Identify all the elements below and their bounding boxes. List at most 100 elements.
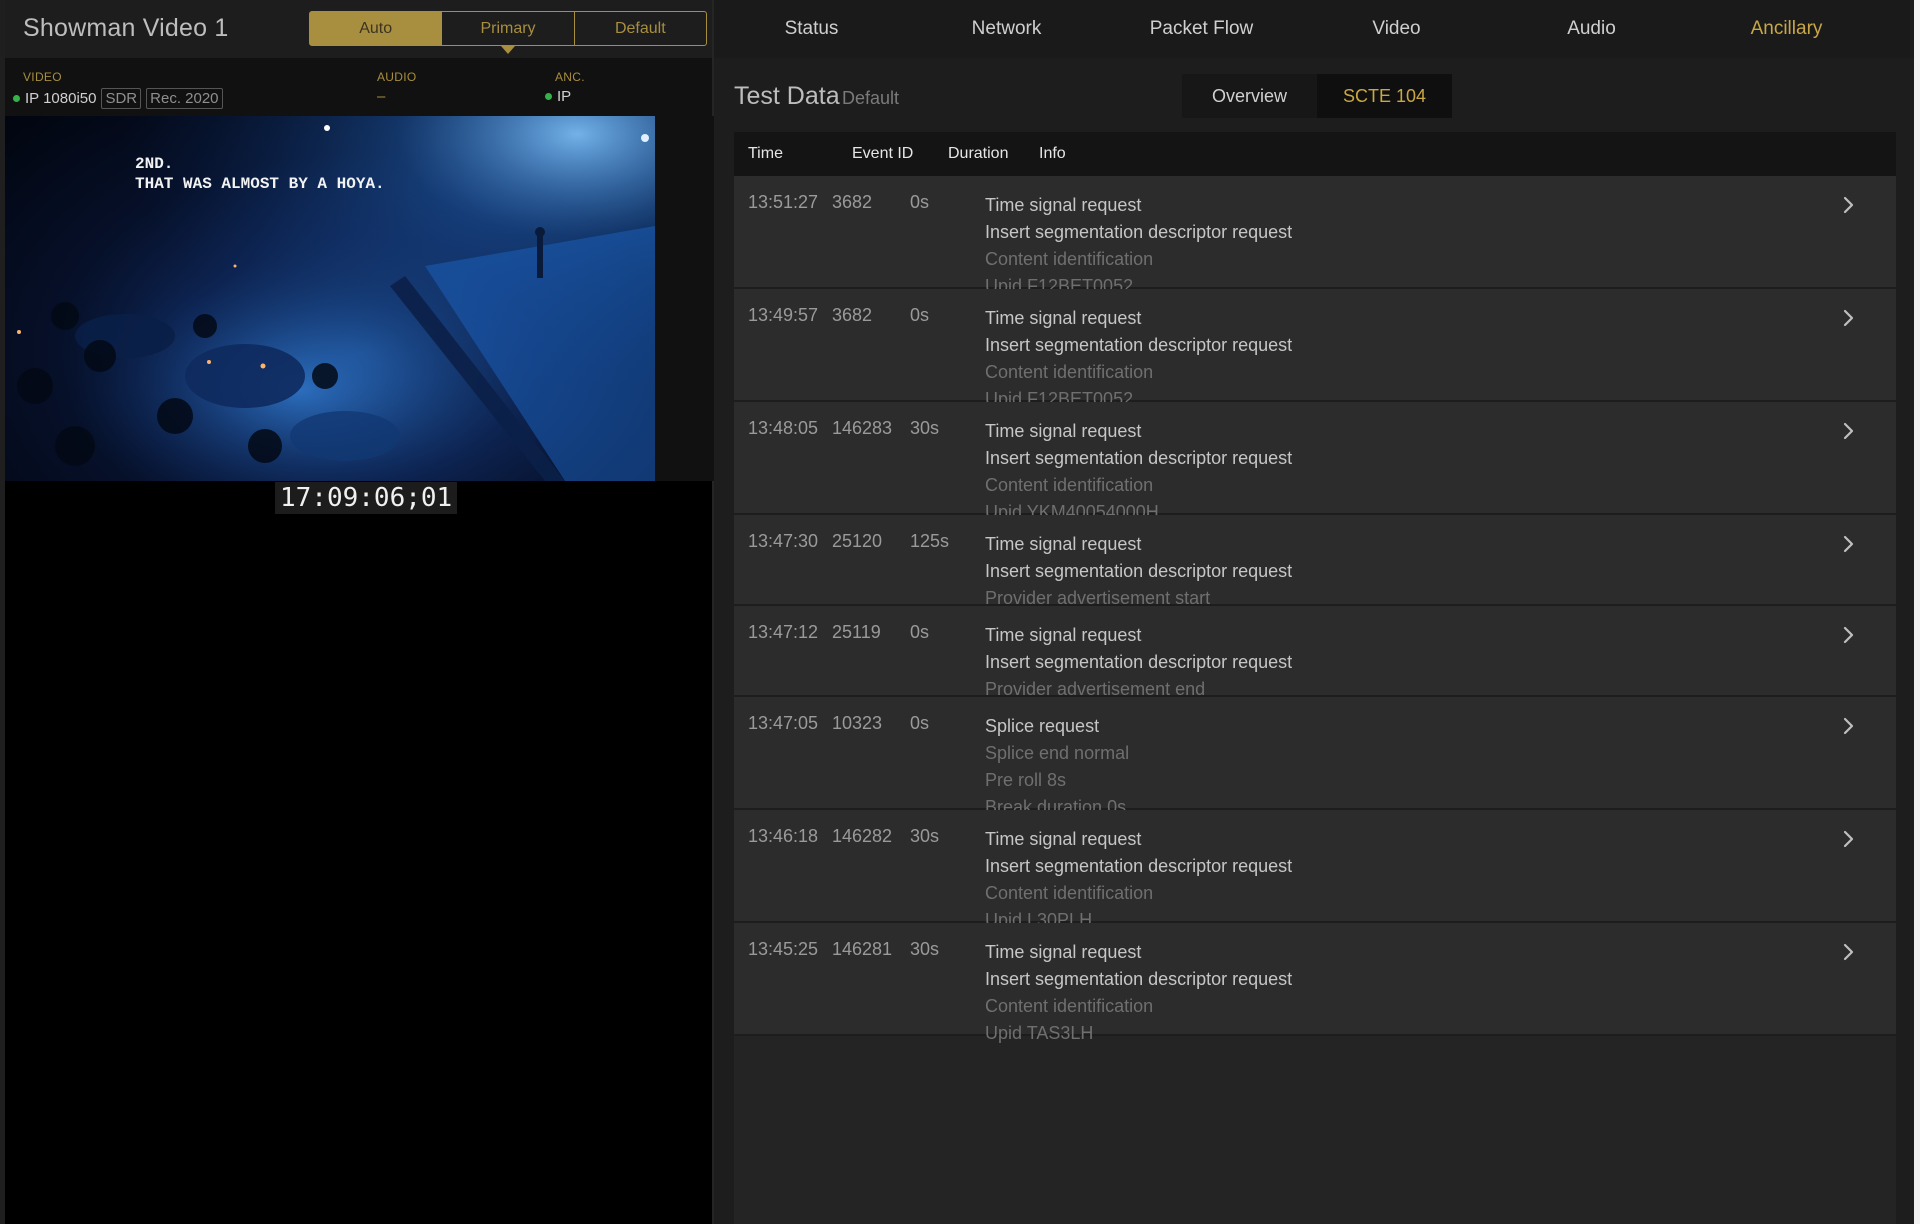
row-info-line: Time signal request — [985, 625, 1142, 645]
row-info-detail: Splice end normal — [985, 743, 1130, 763]
row-info: Time signal request Insert segmentation d… — [985, 939, 1292, 1047]
row-duration: 30s — [910, 826, 940, 846]
row-info-detail: Content identification — [985, 249, 1154, 269]
preview-header: Showman Video 1 Auto Primary Default — [5, 0, 712, 58]
row-info-line: Time signal request — [985, 195, 1142, 215]
tab-status[interactable]: Status — [714, 0, 909, 58]
row-info-line: Insert segmentation descriptor request — [985, 448, 1293, 468]
row-duration: 0s — [910, 622, 930, 642]
audio-status: – — [377, 88, 386, 105]
chevron-right-icon[interactable] — [1842, 715, 1864, 739]
row-info-detail: Content identification — [985, 475, 1154, 495]
chevron-right-icon[interactable] — [1842, 194, 1864, 218]
tab-packet-flow[interactable]: Packet Flow — [1104, 0, 1299, 58]
table-row[interactable]: 13:46:18 146282 30s Time signal request Inse… — [734, 810, 1896, 930]
video-status: IP 1080i50 SDR Rec. 2020 — [13, 88, 223, 109]
row-duration: 30s — [910, 939, 940, 959]
row-time: 13:47:12 — [748, 622, 819, 642]
row-info-line: Insert segmentation descriptor request — [985, 969, 1293, 989]
column-header-event-id: Event ID — [852, 145, 914, 162]
row-event-id: 25119 — [832, 622, 881, 642]
row-duration: 0s — [910, 305, 930, 325]
tab-video[interactable]: Video — [1299, 0, 1494, 58]
column-header-duration: Duration — [948, 145, 1009, 162]
table-row[interactable]: 13:47:30 25120 125s Time signal request Inse… — [734, 515, 1896, 608]
subtab-bar: Overview SCTE 104 — [1182, 74, 1452, 118]
row-info-line: Insert segmentation descriptor request — [985, 335, 1293, 355]
closed-caption-text: 2ND. THAT WAS ALMOST BY A HOYA. — [135, 155, 385, 193]
row-info-line: Time signal request — [985, 942, 1142, 962]
table-row[interactable]: 13:47:12 25119 0s Time signal request Insert… — [734, 606, 1896, 699]
main-panel: Status Network Packet Flow Video Audio A… — [714, 0, 1920, 1224]
row-time: 13:49:57 — [748, 305, 819, 325]
tab-audio[interactable]: Audio — [1494, 0, 1689, 58]
row-time: 13:51:27 — [748, 192, 819, 212]
table-row[interactable]: 13:47:05 10323 0s Splice request Splice end … — [734, 697, 1896, 817]
row-event-id: 25120 — [832, 531, 883, 551]
row-time: 13:45:25 — [748, 939, 819, 959]
table-row[interactable]: 13:48:05 146283 30s Time signal request Inse… — [734, 402, 1896, 522]
anc-value: IP — [557, 88, 572, 105]
row-info-detail: Content identification — [985, 362, 1154, 382]
source-primary-button[interactable]: Primary — [442, 12, 575, 45]
device-title: Showman Video 1 — [23, 14, 229, 42]
row-time: 13:47:30 — [748, 531, 819, 551]
row-duration: 30s — [910, 418, 940, 438]
chevron-right-icon[interactable] — [1842, 307, 1864, 331]
signal-status-bar: VIDEO IP 1080i50 SDR Rec. 2020 AUDIO – A… — [5, 58, 712, 116]
subtab-overview[interactable]: Overview — [1182, 74, 1317, 118]
row-duration: 125s — [910, 531, 950, 551]
row-duration: 0s — [910, 192, 930, 212]
row-event-id: 3682 — [832, 305, 873, 325]
row-info-line: Insert segmentation descriptor request — [985, 856, 1293, 876]
subtab-scte-104[interactable]: SCTE 104 — [1317, 74, 1452, 118]
table-header: Time Event ID Duration Info — [734, 132, 1896, 176]
video-label: VIDEO — [23, 70, 62, 84]
scrollbar[interactable] — [1914, 0, 1920, 1224]
video-format: IP 1080i50 — [25, 90, 97, 107]
row-info-line: Time signal request — [985, 534, 1142, 554]
row-event-id: 3682 — [832, 192, 873, 212]
row-time: 13:48:05 — [748, 418, 819, 438]
chevron-right-icon[interactable] — [1842, 533, 1864, 557]
video-letterbox — [655, 116, 717, 481]
row-time: 13:46:18 — [748, 826, 819, 846]
table-row[interactable]: 13:49:57 3682 0s Time signal request Insert … — [734, 289, 1896, 409]
row-event-id: 146281 — [832, 939, 893, 959]
chevron-right-icon[interactable] — [1842, 420, 1864, 444]
video-preview[interactable]: 2ND. THAT WAS ALMOST BY A HOYA. — [5, 116, 655, 481]
row-info-line: Splice request — [985, 716, 1100, 736]
row-event-id: 146283 — [832, 418, 893, 438]
table-row[interactable]: 13:51:27 3682 0s Time signal request Insert … — [734, 176, 1896, 296]
anc-status: IP — [545, 88, 571, 105]
chevron-right-icon[interactable] — [1842, 828, 1864, 852]
anc-ok-indicator-icon — [545, 93, 552, 100]
preview-panel: Showman Video 1 Auto Primary Default VID… — [0, 0, 717, 1224]
page-title: Test Data — [734, 82, 840, 110]
row-info-detail: Upid TAS3LH — [985, 1023, 1094, 1043]
top-navigation: Status Network Packet Flow Video Audio A… — [714, 0, 1920, 58]
row-info-line: Insert segmentation descriptor request — [985, 652, 1293, 672]
column-header-info: Info — [1039, 145, 1066, 162]
tab-network[interactable]: Network — [909, 0, 1104, 58]
active-source-caret-icon — [501, 46, 515, 54]
chevron-right-icon[interactable] — [1842, 941, 1864, 965]
timecode-display: 17:09:06;01 — [275, 482, 458, 514]
scte104-event-table: Time Event ID Duration Info 13:51:27 3682… — [734, 132, 1896, 1224]
table-row[interactable]: 13:45:25 146281 30s Time signal request Inse… — [734, 923, 1896, 1043]
row-event-id: 146282 — [832, 826, 893, 846]
row-info-line: Insert segmentation descriptor request — [985, 222, 1293, 242]
anc-label: ANC. — [555, 70, 585, 84]
chevron-right-icon[interactable] — [1842, 624, 1864, 648]
tab-ancillary[interactable]: Ancillary — [1689, 0, 1884, 58]
video-ok-indicator-icon — [13, 95, 20, 102]
source-switch: Auto Primary Default — [309, 11, 707, 46]
row-time: 13:47:05 — [748, 713, 819, 733]
source-auto-button[interactable]: Auto — [310, 12, 443, 45]
row-info-line: Insert segmentation descriptor request — [985, 561, 1293, 581]
colorimetry-badge: Rec. 2020 — [146, 88, 223, 109]
source-default-button[interactable]: Default — [575, 12, 706, 45]
row-info-detail: Pre roll 8s — [985, 770, 1067, 790]
row-info-line: Time signal request — [985, 308, 1142, 328]
row-info-detail: Content identification — [985, 883, 1154, 903]
